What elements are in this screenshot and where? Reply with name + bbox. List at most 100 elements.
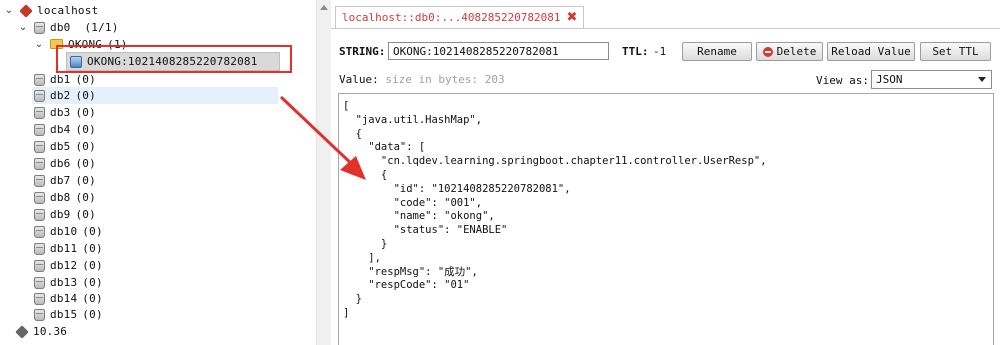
database-icon [34,21,45,34]
code-line: "data": [ [343,141,426,154]
db-count: (1/1) [84,21,119,34]
json-code: [ "java.util.HashMap", { "data": [ "cn.l… [339,94,993,321]
chevron-down-icon[interactable]: ⌄ [34,39,44,50]
database-icon [34,276,45,289]
code-line: } [343,293,362,306]
tree-db[interactable]: db4 (0) [34,121,96,138]
rename-button[interactable]: Rename [682,42,752,61]
ttl-label: TTL: [622,45,649,58]
db-count: (0) [75,123,96,136]
db-label: db14 [50,292,78,305]
db-label: db3 [50,106,71,119]
db-count: (0) [75,140,96,153]
db-count: (0) [82,308,103,321]
scroll-up-icon[interactable] [320,5,328,10]
database-icon [34,191,45,204]
database-icon [34,308,45,321]
tree-db[interactable]: db12 (0) [34,257,103,274]
close-icon[interactable]: ✖ [567,7,578,29]
tree-server-localhost[interactable]: ⌄ localhost [4,2,98,19]
connection-tree[interactable]: ⌄ localhost ⌄ db0 (1/1) ⌄ OKONG (1) OKON… [0,0,317,345]
view-as-value: JSON [876,73,903,86]
tree-scrollbar[interactable] [316,0,331,345]
tree-db[interactable]: db15 (0) [34,306,103,323]
redis-server-icon [19,3,33,18]
db-count: (0) [82,242,103,255]
tree-db0[interactable]: ⌄ db0 (1/1) [18,19,119,36]
db-label: db7 [50,174,71,187]
tree-server-other[interactable]: 10.36 [15,323,68,340]
chevron-down-icon[interactable]: ⌄ [18,22,28,33]
tree-db[interactable]: db10 (0) [34,223,103,240]
code-line: ] [343,306,350,319]
database-icon [34,73,45,86]
db-label: db13 [50,276,78,289]
server-label: 10.36 [33,325,68,338]
ttl-value: -1 [653,45,667,58]
tab-key-viewer[interactable]: localhost::db0:...408285220782081 ✖ [335,6,585,29]
annotation-highlight-box [56,45,292,73]
code-line: "java.util.HashMap", [343,113,483,126]
tree-db[interactable]: db5 (0) [34,138,96,155]
value-label: Value: [339,73,379,86]
view-as-select[interactable]: JSON [871,70,992,89]
key-viewer-panel: localhost::db0:...408285220782081 ✖ STRI… [331,0,1000,345]
code-line: "respCode": "01" [343,279,470,292]
db-count: (0) [82,225,103,238]
db-label: db0 [50,21,71,34]
code-line: "cn.lqdev.learning.springboot.chapter11.… [343,155,767,168]
set-ttl-button[interactable]: Set TTL [920,42,991,61]
delete-icon [762,46,773,57]
tree-db[interactable]: db3 (0) [34,104,96,121]
code-line: "respMsg": "成功", [343,265,478,278]
code-line: ], [343,251,381,264]
db-label: db2 [50,89,71,102]
db-label: db8 [50,191,71,204]
db-count: (0) [75,191,96,204]
code-line: "id": "1021408285220782081", [343,182,571,195]
tab-divider [331,28,1000,29]
key-type-label: STRING: [339,45,386,58]
db-count: (0) [75,174,96,187]
database-icon [34,225,45,238]
database-icon [34,242,45,255]
chevron-down-icon[interactable]: ⌄ [4,5,14,16]
delete-button[interactable]: Delete [756,42,823,61]
code-line: { [343,127,362,140]
database-icon [34,123,45,136]
tree-db[interactable]: db14 (0) [34,290,103,307]
tree-db[interactable]: db1 (0) [34,71,96,88]
code-line: { [343,168,388,181]
tree-db[interactable]: db13 (0) [34,274,103,291]
value-size-hint: size in bytes: 203 [385,73,505,86]
db-count: (0) [75,208,96,221]
tree-db[interactable]: db8 (0) [34,189,96,206]
code-line: } [343,237,388,250]
code-line: "code": "001", [343,196,483,209]
reload-value-button[interactable]: Reload Value [827,42,915,61]
db-count: (0) [82,259,103,272]
tree-db-selected[interactable]: db2 (0) [32,87,278,104]
code-line: [ [343,100,350,112]
db-label: db5 [50,140,71,153]
value-size-label: Value: size in bytes: 203 [339,73,505,86]
set-ttl-label: Set TTL [932,45,979,58]
database-icon [34,259,45,272]
code-line: "name": "okong", [343,210,495,223]
tree-db[interactable]: db6 (0) [34,155,96,172]
tree-db[interactable]: db11 (0) [34,240,103,257]
server-label: localhost [37,4,99,17]
tree-db[interactable]: db7 (0) [34,172,96,189]
code-line: "status": "ENABLE" [343,224,508,237]
tree-db[interactable]: db9 (0) [34,206,96,223]
key-name-field[interactable]: OKONG:1021408285220782081 [388,42,609,60]
value-editor[interactable]: [ "java.util.HashMap", { "data": [ "cn.l… [338,93,994,345]
db-label: db15 [50,308,78,321]
db-label: db10 [50,225,78,238]
db-label: db6 [50,157,71,170]
db-label: db4 [50,123,71,136]
dropdown-arrow-icon [978,77,986,82]
database-icon [34,157,45,170]
delete-label: Delete [776,45,817,58]
db-count: (0) [75,157,96,170]
